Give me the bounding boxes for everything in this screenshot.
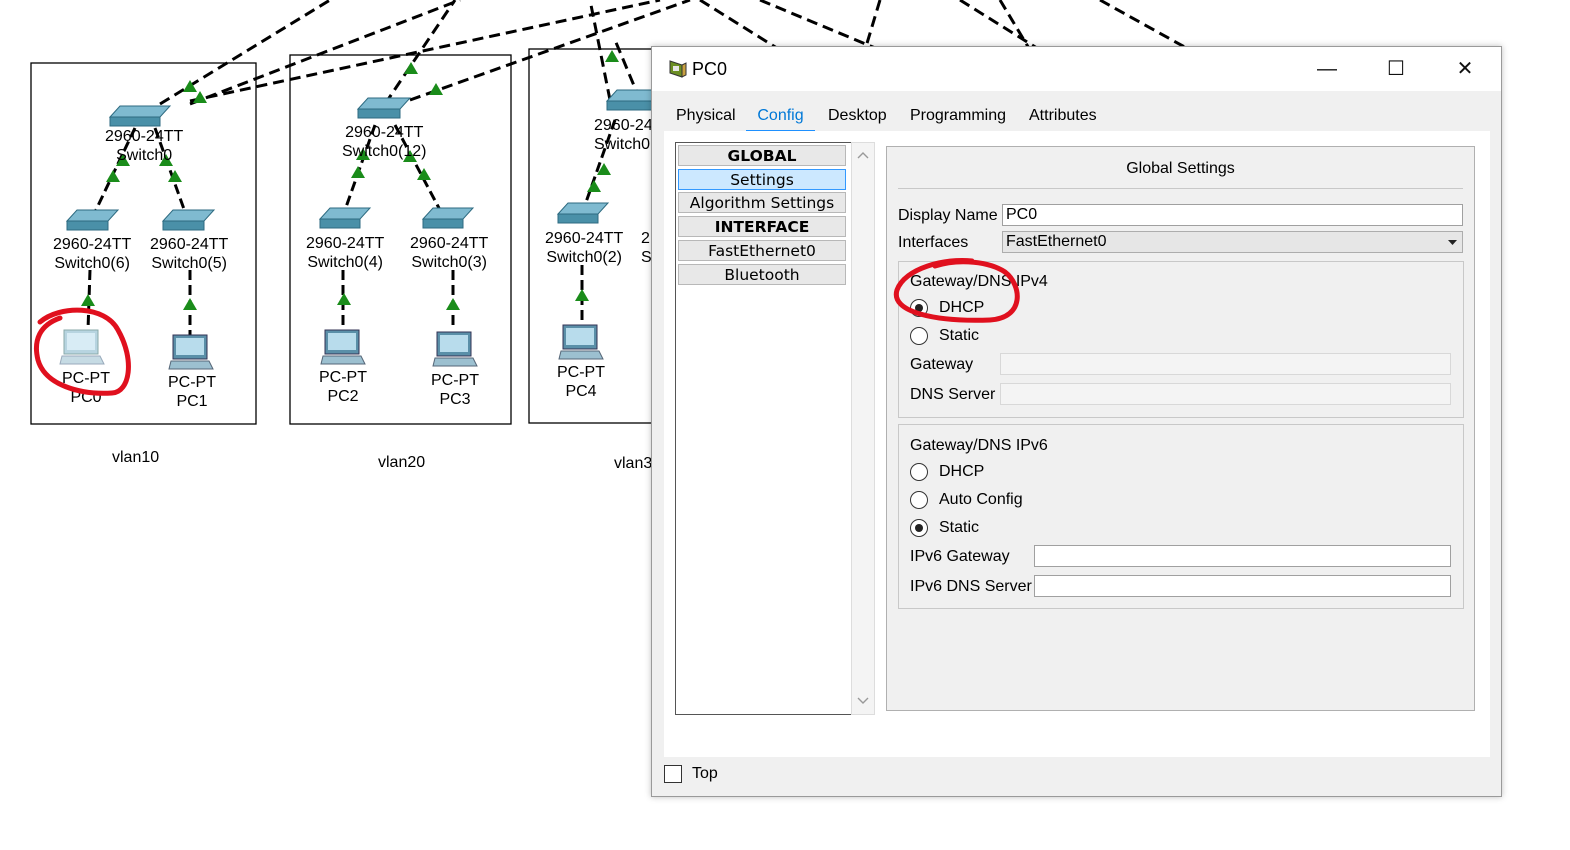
tab-programming[interactable]: Programming — [904, 102, 1012, 130]
list-item-settings[interactable]: Settings — [678, 169, 846, 190]
display-name-field[interactable]: PC0 — [1002, 204, 1463, 226]
device-label-switch0-vlan30: 2960-24 Switch0 — [594, 117, 653, 153]
always-on-top-checkbox[interactable] — [664, 765, 682, 783]
tab-config[interactable]: Config — [746, 102, 815, 133]
list-header-interface: INTERFACE — [678, 216, 846, 237]
ipv4-group-title: Gateway/DNS IPv4 — [910, 273, 1048, 290]
ipv4-gateway-label: Gateway — [910, 356, 974, 373]
settings-nav-list[interactable]: GLOBAL Settings Algorithm Settings INTER… — [675, 142, 852, 715]
ipv4-static-label[interactable]: Static — [939, 327, 979, 345]
ipv6-gateway-label: IPv6 Gateway — [910, 548, 1010, 565]
vlan-label: vlan3 — [614, 455, 653, 472]
ipv4-group: Gateway/DNS IPv4 DHCP Static Gateway DNS… — [898, 261, 1464, 418]
link-up-indicator — [404, 62, 418, 74]
switch-icon[interactable] — [318, 207, 372, 229]
ipv6-auto-config-radio[interactable] — [910, 491, 928, 509]
list-item-fastethernet0[interactable]: FastEthernet0 — [678, 240, 846, 261]
ipv6-group-title: Gateway/DNS IPv6 — [910, 437, 1048, 454]
link-up-indicator — [193, 91, 207, 103]
ipv4-static-radio[interactable] — [910, 327, 928, 345]
pc0-config-window[interactable]: PC0 — ☐ ✕ Physical Config Desktop Progra… — [651, 46, 1502, 797]
link-up-indicator — [429, 83, 443, 95]
config-content: GLOBAL Settings Algorithm Settings INTER… — [664, 131, 1490, 757]
device-label-pc3: PC-PT PC3 — [431, 372, 479, 408]
link-up-indicator — [337, 293, 351, 305]
link-up-indicator — [446, 298, 460, 310]
device-label-switch0-3: 2960-24TT Switch0(3) — [410, 235, 489, 271]
interfaces-label: Interfaces — [898, 234, 969, 251]
always-on-top-label[interactable]: Top — [692, 765, 718, 783]
window-title: PC0 — [692, 59, 728, 79]
ipv6-static-label[interactable]: Static — [939, 519, 979, 537]
device-label-pc4: PC-PT PC4 — [557, 364, 605, 400]
device-label-switch0: 2960-24TT Switch0 — [105, 128, 184, 164]
vlan-label: vlan20 — [378, 454, 426, 471]
close-button[interactable]: ✕ — [1431, 47, 1499, 91]
switch-icon[interactable] — [605, 89, 656, 111]
divider — [898, 188, 1463, 189]
ipv6-group: Gateway/DNS IPv6 DHCP Auto Config Static… — [898, 424, 1464, 609]
device-label-pc0: PC-PT PC0 — [62, 370, 110, 406]
device-label-switch0-2: 2960-24TT Switch0(2) — [545, 230, 624, 266]
ipv6-dhcp-label[interactable]: DHCP — [939, 463, 984, 481]
device-label-pc1: PC-PT PC1 — [168, 374, 216, 410]
switch-icon[interactable] — [161, 209, 216, 231]
scroll-down-icon[interactable] — [857, 697, 869, 705]
device-label-switch0-5: 2960-24TT Switch0(5) — [150, 236, 229, 272]
ipv4-dns-label: DNS Server — [910, 386, 996, 403]
link-up-indicator — [106, 170, 120, 182]
packet-tracer-app-icon — [669, 60, 687, 78]
list-item-algorithm-settings[interactable]: Algorithm Settings — [678, 192, 846, 213]
minimize-button[interactable]: — — [1293, 47, 1361, 91]
switch-icon[interactable] — [65, 209, 120, 231]
ipv6-dns-field[interactable] — [1034, 575, 1451, 597]
switch-icon[interactable] — [556, 202, 610, 224]
ipv4-dns-field[interactable] — [1000, 383, 1451, 405]
global-settings-heading: Global Settings — [1126, 160, 1235, 177]
pc-icon[interactable] — [432, 331, 478, 367]
pc-icon[interactable] — [59, 329, 105, 365]
interfaces-select-value: FastEthernet0 — [1006, 233, 1107, 250]
list-header-global: GLOBAL — [678, 145, 846, 166]
link-up-indicator — [351, 166, 365, 178]
maximize-button[interactable]: ☐ — [1362, 47, 1430, 91]
global-settings-pane: Global Settings Display Name PC0 Interfa… — [886, 146, 1475, 711]
tab-desktop[interactable]: Desktop — [822, 102, 893, 130]
link-up-indicator — [81, 294, 95, 306]
ipv6-auto-config-label[interactable]: Auto Config — [939, 491, 1023, 509]
device-label-switch0-4: 2960-24TT Switch0(4) — [306, 235, 385, 271]
ipv6-dhcp-radio[interactable] — [910, 463, 928, 481]
device-label-switch0-12: 2960-24TT Switch0(12) — [342, 124, 427, 160]
chevron-down-icon — [1448, 240, 1457, 245]
link-up-indicator — [605, 50, 619, 62]
ipv6-gateway-field[interactable] — [1034, 545, 1451, 567]
link-up-indicator — [183, 298, 197, 310]
ipv4-dhcp-label[interactable]: DHCP — [939, 299, 984, 317]
scroll-up-icon[interactable] — [857, 151, 869, 159]
ipv6-dns-label: IPv6 DNS Server — [910, 578, 1032, 595]
display-name-label: Display Name — [898, 207, 998, 224]
pc-icon[interactable] — [168, 334, 214, 370]
list-item-bluetooth[interactable]: Bluetooth — [678, 264, 846, 285]
pc-icon[interactable] — [320, 329, 366, 365]
switch-icon[interactable] — [421, 207, 475, 229]
tab-physical[interactable]: Physical — [670, 102, 742, 130]
ipv4-dhcp-radio[interactable] — [910, 299, 928, 317]
tab-attributes[interactable]: Attributes — [1023, 102, 1103, 130]
vlan-label: vlan10 — [112, 449, 160, 466]
device-label-switch0-6: 2960-24TT Switch0(6) — [53, 236, 132, 272]
ipv6-static-radio[interactable] — [910, 519, 928, 537]
link-up-indicator — [587, 180, 601, 192]
switch-icon[interactable] — [356, 97, 412, 119]
pc-icon[interactable] — [558, 324, 604, 360]
window-titlebar[interactable]: PC0 — ☐ ✕ — [652, 47, 1501, 91]
list-scrollbar[interactable] — [851, 142, 875, 715]
interfaces-select[interactable]: FastEthernet0 — [1002, 231, 1463, 253]
switch-icon[interactable] — [108, 105, 172, 127]
ipv4-gateway-field[interactable] — [1000, 353, 1451, 375]
device-label-pc2: PC-PT PC2 — [319, 369, 367, 405]
link-up-indicator — [575, 289, 589, 301]
